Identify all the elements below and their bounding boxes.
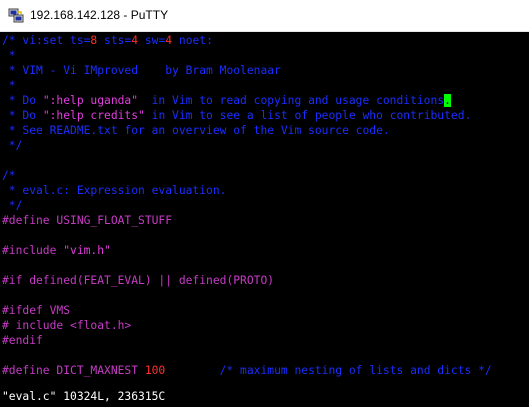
- code-line: #define DICT_MAXNEST 100 /* maximum nest…: [2, 363, 492, 378]
- code-token: * VIM - Vi IMproved by Bram Moolenaar: [2, 64, 281, 77]
- code-token: *: [2, 79, 16, 92]
- code-token: # include <float.h>: [2, 319, 132, 332]
- code-token: #define USING_FLOAT_STUFF: [2, 214, 173, 227]
- code-token: "vim.h": [63, 244, 111, 257]
- code-line: /*: [2, 168, 16, 183]
- code-token: #ifdef VMS: [2, 304, 71, 317]
- putty-window: 192.168.142.128 - PuTTY /* vi:set ts=8 s…: [0, 0, 529, 407]
- code-token: * Do: [2, 109, 43, 122]
- code-token: /* maximum nesting of lists and dicts */: [219, 364, 492, 377]
- code-token: */: [2, 139, 23, 152]
- code-line: * Do ":help credits" in Vim to see a lis…: [2, 108, 472, 123]
- code-token: *: [2, 49, 16, 62]
- code-line: * eval.c: Expression evaluation.: [2, 183, 227, 198]
- code-token: in Vim to see a list of people who contr…: [144, 109, 472, 122]
- code-line: *: [2, 78, 16, 93]
- title-bar[interactable]: 192.168.142.128 - PuTTY: [0, 0, 529, 32]
- code-token: in Vim to read copying and usage conditi…: [138, 94, 445, 107]
- code-token: * eval.c: Expression evaluation.: [2, 184, 227, 197]
- code-line: #endif: [2, 333, 43, 348]
- terminal-screen[interactable]: /* vi:set ts=8 sts=4 sw=4 noet: * * VIM …: [0, 32, 529, 407]
- code-token: noet:: [172, 34, 213, 47]
- code-line: */: [2, 198, 23, 213]
- code-token: sw=: [138, 34, 166, 47]
- code-token: /* vi:set ts=: [2, 34, 91, 47]
- code-line: #ifdef VMS: [2, 303, 70, 318]
- code-token: /*: [2, 169, 16, 182]
- putty-icon: [8, 8, 24, 23]
- code-line: #if defined(FEAT_EVAL) || defined(PROTO): [2, 273, 274, 288]
- code-token: sts=: [97, 34, 132, 47]
- code-line: #define USING_FLOAT_STUFF: [2, 213, 172, 228]
- code-token: #include: [2, 244, 64, 257]
- code-line: */: [2, 138, 23, 153]
- code-token: ":help uganda": [42, 94, 139, 107]
- code-line: *: [2, 48, 16, 63]
- code-line: * Do ":help uganda" in Vim to read copyi…: [2, 93, 451, 108]
- text-cursor: .: [444, 94, 451, 107]
- code-token: #endif: [2, 334, 43, 347]
- code-token: * See README.txt for an overview of the …: [2, 124, 390, 137]
- code-token: * Do: [2, 94, 43, 107]
- code-token: ":help credits": [42, 109, 145, 122]
- code-line: /* vi:set ts=8 sts=4 sw=4 noet:: [2, 33, 213, 48]
- code-token: #if defined(FEAT_EVAL) || defined(PROTO): [2, 274, 275, 287]
- code-line: # include <float.h>: [2, 318, 131, 333]
- code-line: * See README.txt for an overview of the …: [2, 123, 390, 138]
- window-title: 192.168.142.128 - PuTTY: [30, 8, 169, 22]
- code-token: 100: [144, 364, 166, 377]
- status-line: "eval.c" 10324L, 236315C: [2, 390, 166, 403]
- code-line: #include "vim.h": [2, 243, 111, 258]
- code-line: * VIM - Vi IMproved by Bram Moolenaar: [2, 63, 281, 78]
- code-token: #define DICT_MAXNEST: [2, 364, 145, 377]
- code-token: */: [2, 199, 23, 212]
